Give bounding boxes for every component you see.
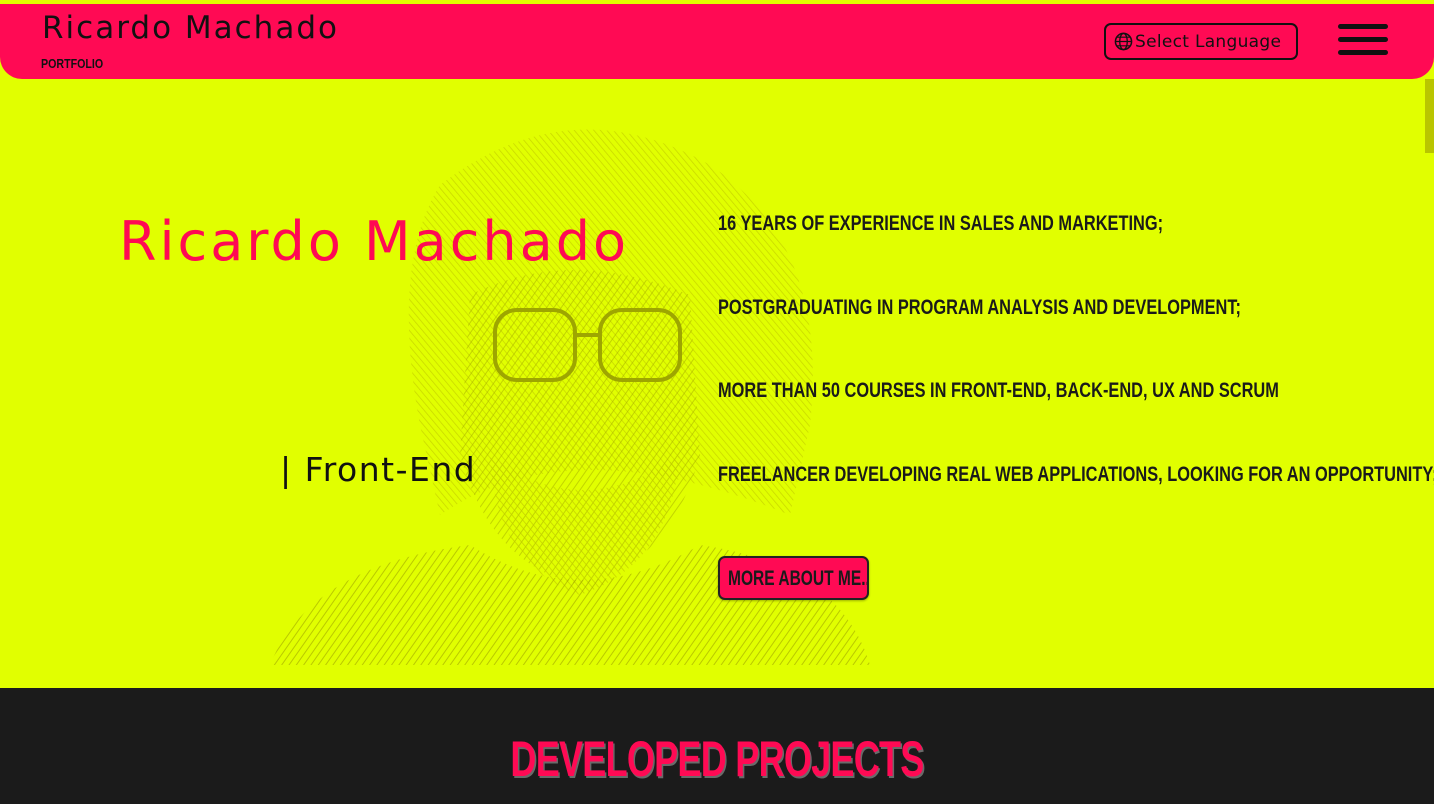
experience-item: Freelancer developing real web applicati… (718, 462, 1434, 486)
more-about-me-label: More about me... (728, 567, 869, 590)
site-header: Ricardo Machado PORTFOLIO Select Languag… (0, 4, 1434, 79)
more-about-me-button[interactable]: More about me... (718, 556, 869, 600)
brand-name[interactable]: Ricardo Machado (42, 10, 339, 46)
hero-section: Ricardo Machado | Front-End 16 years of … (0, 0, 1434, 688)
scrollbar-thumb[interactable] (1425, 79, 1434, 153)
experience-item: 16 years of experience in sales and mark… (718, 212, 1164, 235)
hero-name: Ricardo Machado (119, 210, 630, 273)
experience-item: Postgraduating in Program Analysis and D… (718, 295, 1241, 319)
menu-bar (1338, 50, 1388, 55)
projects-title: Developed projects (510, 731, 924, 787)
select-language-button[interactable]: Select Language (1104, 23, 1298, 60)
select-language-label: Select Language (1135, 31, 1282, 52)
globe-icon (1114, 32, 1133, 51)
brand-subtitle: PORTFOLIO (41, 56, 104, 71)
projects-section: Developed projects (0, 688, 1434, 804)
menu-bar (1338, 37, 1388, 42)
hamburger-menu-icon[interactable] (1338, 22, 1388, 58)
experience-item: More than 50 courses in Front-end, Back-… (718, 379, 1279, 402)
menu-bar (1338, 24, 1388, 29)
hero-role: | Front-End (280, 450, 477, 489)
experience-list: 16 years of experience in sales and mark… (718, 210, 1434, 544)
